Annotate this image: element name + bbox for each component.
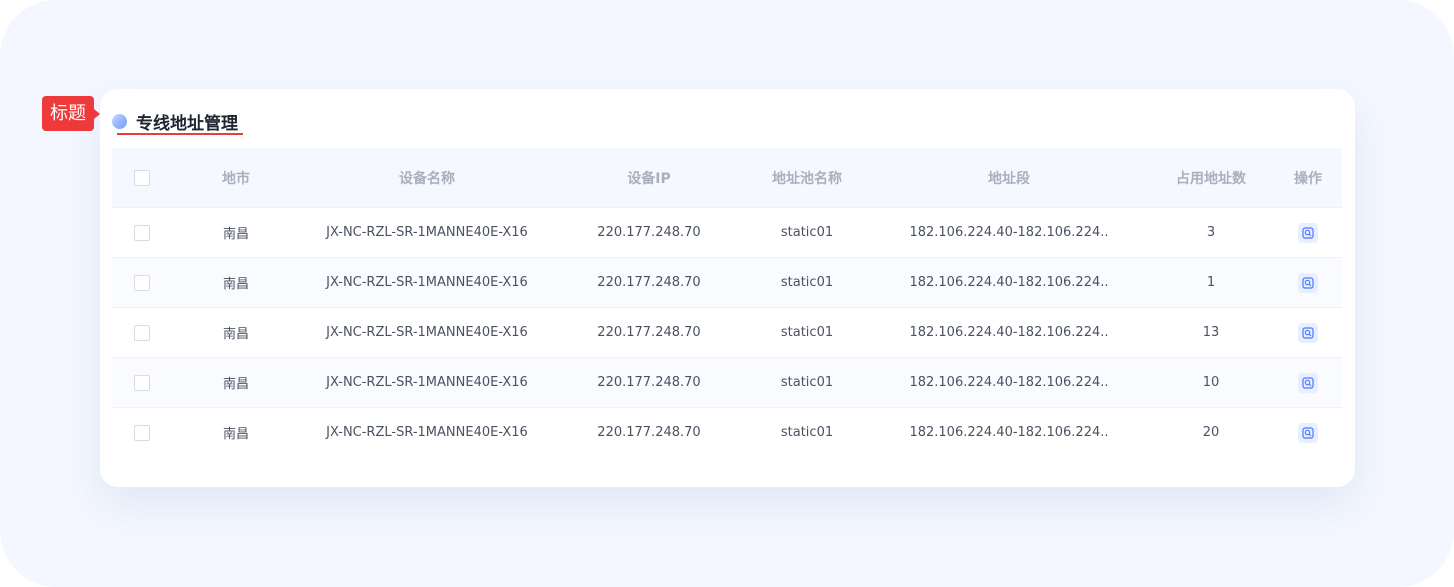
city-cell: 南昌 bbox=[222, 277, 249, 292]
used-count-cell: 13 bbox=[1202, 325, 1220, 340]
row-checkbox[interactable] bbox=[134, 424, 150, 441]
title-underline bbox=[117, 133, 243, 135]
view-icon bbox=[1302, 326, 1314, 339]
city-cell: 南昌 bbox=[222, 327, 249, 342]
address-table: 地市 设备名称 设备IP 地址池名称 地址段 占用地址数 操作 南昌 JX-NC… bbox=[112, 148, 1342, 456]
row-checkbox[interactable] bbox=[134, 374, 150, 391]
table-row: 南昌 JX-NC-RZL-SR-1MANNE40E-X16 220.177.24… bbox=[112, 358, 1342, 408]
header-address-range: 地址段 bbox=[988, 170, 1030, 187]
header-used-count: 占用地址数 bbox=[1176, 170, 1246, 187]
view-button[interactable] bbox=[1298, 222, 1318, 243]
header-device-name: 设备名称 bbox=[399, 170, 455, 187]
table-row: 南昌 JX-NC-RZL-SR-1MANNE40E-X16 220.177.24… bbox=[112, 208, 1342, 258]
device-ip-cell: 220.177.248.70 bbox=[597, 375, 701, 390]
view-icon bbox=[1302, 226, 1314, 239]
city-cell: 南昌 bbox=[222, 377, 249, 392]
address-range-cell: 182.106.224.40-182.106.224.. bbox=[909, 375, 1109, 390]
device-ip-cell: 220.177.248.70 bbox=[597, 425, 701, 440]
used-count-cell: 3 bbox=[1206, 225, 1216, 240]
address-range-cell: 182.106.224.40-182.106.224.. bbox=[909, 425, 1109, 440]
pool-name-cell: static01 bbox=[780, 325, 834, 340]
panel-header: 专线地址管理 bbox=[112, 106, 238, 136]
pool-name-cell: static01 bbox=[780, 425, 834, 440]
row-checkbox[interactable] bbox=[134, 324, 150, 341]
view-icon bbox=[1302, 276, 1314, 289]
pool-name-cell: static01 bbox=[780, 375, 834, 390]
table-row: 南昌 JX-NC-RZL-SR-1MANNE40E-X16 220.177.24… bbox=[112, 308, 1342, 358]
device-ip-cell: 220.177.248.70 bbox=[597, 225, 701, 240]
device-name-cell: JX-NC-RZL-SR-1MANNE40E-X16 bbox=[326, 225, 528, 240]
view-button[interactable] bbox=[1298, 322, 1318, 343]
used-count-cell: 10 bbox=[1202, 375, 1220, 390]
page-title: 专线地址管理 bbox=[136, 113, 238, 134]
table-header: 地市 设备名称 设备IP 地址池名称 地址段 占用地址数 操作 bbox=[112, 148, 1342, 208]
pool-name-cell: static01 bbox=[780, 275, 834, 290]
select-all-cell bbox=[112, 169, 172, 186]
device-ip-cell: 220.177.248.70 bbox=[597, 325, 701, 340]
select-all-checkbox[interactable] bbox=[134, 169, 150, 186]
device-name-cell: JX-NC-RZL-SR-1MANNE40E-X16 bbox=[326, 275, 528, 290]
address-range-cell: 182.106.224.40-182.106.224.. bbox=[909, 325, 1109, 340]
address-range-cell: 182.106.224.40-182.106.224.. bbox=[909, 275, 1109, 290]
header-city: 地市 bbox=[222, 170, 250, 187]
address-range-cell: 182.106.224.40-182.106.224.. bbox=[909, 225, 1109, 240]
view-icon bbox=[1302, 426, 1314, 439]
header-actions: 操作 bbox=[1294, 170, 1322, 187]
title-tag: 标题 bbox=[42, 96, 100, 131]
table-row: 南昌 JX-NC-RZL-SR-1MANNE40E-X16 220.177.24… bbox=[112, 408, 1342, 456]
view-icon bbox=[1302, 376, 1314, 389]
device-name-cell: JX-NC-RZL-SR-1MANNE40E-X16 bbox=[326, 325, 528, 340]
title-dot-icon bbox=[112, 113, 127, 129]
header-device-ip: 设备IP bbox=[627, 170, 671, 187]
device-name-cell: JX-NC-RZL-SR-1MANNE40E-X16 bbox=[326, 375, 528, 390]
used-count-cell: 20 bbox=[1202, 425, 1220, 440]
header-pool-name: 地址池名称 bbox=[772, 170, 842, 187]
dedicated-line-address-panel: 专线地址管理 地市 设备名称 设备IP 地址池名称 地址段 占用地址数 操作 南… bbox=[100, 89, 1355, 487]
device-ip-cell: 220.177.248.70 bbox=[597, 275, 701, 290]
view-button[interactable] bbox=[1298, 272, 1318, 293]
city-cell: 南昌 bbox=[222, 427, 249, 442]
page-background: 标题 专线地址管理 地市 设备名称 设备IP 地址池名称 地址段 占用地址数 操… bbox=[0, 0, 1454, 587]
table-row: 南昌 JX-NC-RZL-SR-1MANNE40E-X16 220.177.24… bbox=[112, 258, 1342, 308]
pool-name-cell: static01 bbox=[780, 225, 834, 240]
device-name-cell: JX-NC-RZL-SR-1MANNE40E-X16 bbox=[326, 425, 528, 440]
city-cell: 南昌 bbox=[222, 227, 249, 242]
view-button[interactable] bbox=[1298, 422, 1318, 443]
row-checkbox[interactable] bbox=[134, 274, 150, 291]
row-checkbox[interactable] bbox=[134, 224, 150, 241]
view-button[interactable] bbox=[1298, 372, 1318, 393]
used-count-cell: 1 bbox=[1206, 275, 1216, 290]
